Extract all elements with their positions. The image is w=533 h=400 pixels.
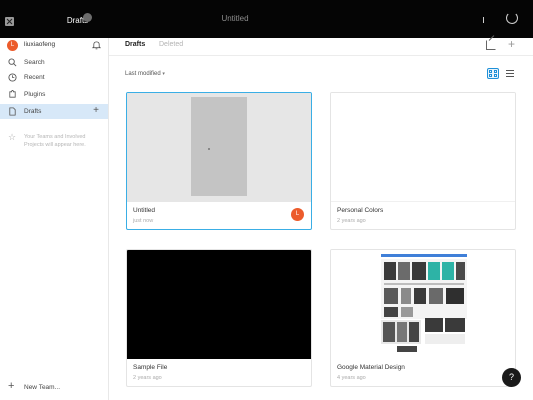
sidebar-item-recent[interactable]: Recent [0,70,108,85]
file-thumbnail [331,250,515,359]
new-team-button[interactable]: + New Team... [0,380,108,395]
search-icon [8,58,17,67]
sidebar-item-drafts[interactable]: Drafts + [0,104,108,119]
frame-dot [208,148,210,150]
teams-hint: Your Teams and Involved Projects will ap… [24,134,86,148]
file-title: Personal Colors [337,207,384,214]
file-time: 2 years ago [133,375,162,381]
chevron-down-icon: ▾ [162,71,165,77]
user-name: liuxiaofeng [24,41,56,48]
profile-icon[interactable] [506,12,518,24]
file-thumbnail [127,93,311,202]
add-draft-icon[interactable]: + [93,106,99,116]
avatar[interactable]: L [7,40,18,51]
tab-close-dot-icon[interactable] [83,13,92,22]
tab-drafts[interactable]: Drafts [40,8,115,38]
file-title: Google Material Design [337,364,405,371]
file-card-material-design[interactable]: Google Material Design 4 years ago [330,249,516,387]
sort-dropdown[interactable]: Last modified ▾ [125,71,165,77]
sidebar-item-search[interactable]: Search [0,55,108,70]
new-team-label: New Team... [24,384,61,391]
file-time: just now [133,218,154,224]
file-thumbnail [331,93,515,202]
sidebar-item-label: Recent [24,74,45,81]
import-icon[interactable] [486,40,496,50]
help-button[interactable]: ? [502,368,521,387]
clock-icon [8,73,17,82]
file-card-personal-colors[interactable]: Personal Colors 2 years ago [330,92,516,230]
tab-untitled[interactable]: Untitled [200,14,270,23]
add-file-icon[interactable]: + [508,38,515,50]
main-header: Drafts Deleted + [109,38,533,56]
drafts-icon [9,107,16,116]
title-bar: Drafts Untitled [0,0,533,38]
file-title: Untitled [133,207,156,214]
main-content: Drafts Deleted + Last modified ▾ Untitle… [109,38,533,400]
material-preview [381,254,467,352]
sidebar-item-label: Plugins [24,91,46,98]
file-card-sample-file[interactable]: Sample File 2 years ago [126,249,312,387]
file-time: 2 years ago [337,218,366,224]
avatar: L [291,208,304,221]
file-time: 4 years ago [337,375,366,381]
star-icon: ☆ [8,132,17,142]
sort-label: Last modified [125,71,161,77]
bell-icon[interactable] [92,40,101,50]
file-title: Sample File [133,364,168,371]
close-icon[interactable] [5,17,14,26]
file-thumbnail [127,250,311,359]
tab-deleted[interactable]: Deleted [159,41,183,48]
sidebar: L liuxiaofeng Search Recent Plugins Draf… [0,38,109,400]
tab-drafts[interactable]: Drafts [125,41,145,48]
grid-view-button[interactable] [487,68,499,79]
plus-icon: + [8,380,15,392]
sidebar-item-plugins[interactable]: Plugins [0,87,108,102]
sidebar-item-label: Search [24,59,45,66]
list-view-button[interactable] [505,68,515,79]
share-icon[interactable] [479,13,489,27]
frame-preview [191,97,247,196]
plugin-icon [9,90,16,98]
user-row[interactable]: L liuxiaofeng [0,38,109,53]
file-card-untitled[interactable]: Untitled just now L [126,92,312,230]
sidebar-item-label: Drafts [24,108,42,115]
